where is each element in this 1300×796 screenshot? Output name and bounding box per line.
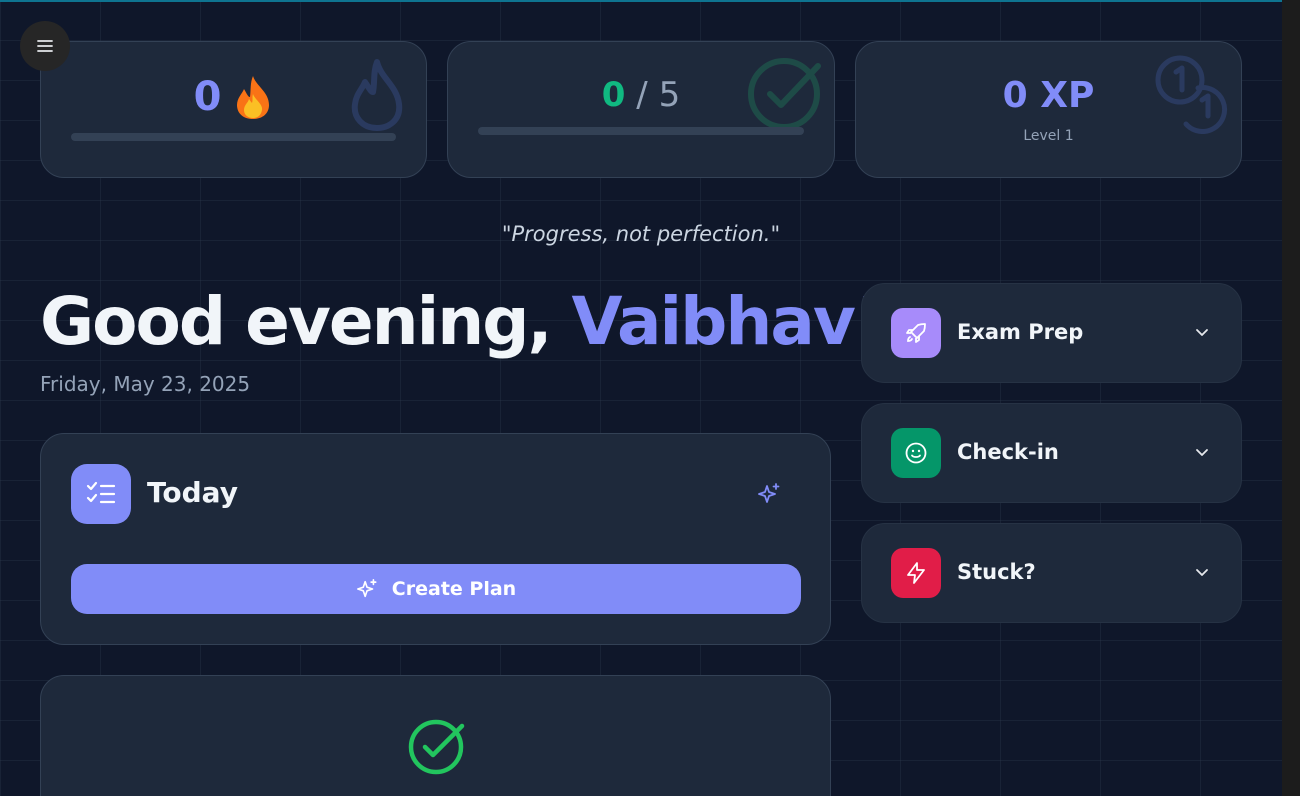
check-in-label: Check-in <box>957 440 1059 464</box>
checklist-icon <box>86 481 116 504</box>
menu-icon <box>37 40 53 52</box>
chevron-down-icon <box>1196 569 1208 576</box>
check-in-icon-badge <box>891 428 941 478</box>
greeting-heading: Good evening, Vaibhav! <box>40 280 885 364</box>
chevron-down-icon <box>1196 329 1208 336</box>
streak-count: 0 <box>193 74 222 120</box>
rocket-icon <box>906 323 926 343</box>
sparkles-icon <box>356 579 377 598</box>
tasks-progress-bar <box>478 127 804 135</box>
stuck-icon-badge <box>891 548 941 598</box>
today-card: Today Create Plan <box>40 433 831 645</box>
exam-prep-icon-badge <box>891 308 941 358</box>
menu-button[interactable] <box>20 21 70 71</box>
tasks-done-count: 0 <box>601 75 626 115</box>
xp-value: 0 XP <box>1002 75 1095 116</box>
check-circle-icon <box>408 719 465 775</box>
create-plan-button[interactable]: Create Plan <box>71 564 801 614</box>
chevron-down-icon <box>1196 449 1208 456</box>
tasks-separator: / <box>636 75 648 115</box>
stuck-card[interactable]: Stuck? <box>861 523 1242 623</box>
greeting-prefix: Good evening, <box>40 283 572 360</box>
stuck-label: Stuck? <box>957 560 1036 584</box>
level-label: Level 1 <box>1023 128 1074 144</box>
exam-prep-card[interactable]: Exam Prep <box>861 283 1242 383</box>
ai-sparkle-button[interactable] <box>757 482 781 506</box>
top-border <box>0 0 1300 2</box>
smile-icon <box>905 442 927 464</box>
lightning-icon <box>907 562 925 584</box>
xp-card: 0 XP Level 1 <box>855 41 1242 178</box>
tasks-card: 0 / 5 <box>447 41 835 178</box>
motivational-quote: "Progress, not perfection." <box>501 222 781 246</box>
scrollbar[interactable] <box>1282 0 1300 796</box>
fire-emoji-icon <box>237 76 270 119</box>
exam-prep-label: Exam Prep <box>957 320 1084 344</box>
create-plan-label: Create Plan <box>391 578 517 600</box>
completion-card <box>40 675 831 796</box>
greeting-name: Vaibhav! <box>571 283 885 360</box>
sparkles-icon <box>758 483 780 503</box>
streak-progress-bar <box>71 133 396 141</box>
tasks-total-count: 5 <box>658 75 681 115</box>
check-in-card[interactable]: Check-in <box>861 403 1242 503</box>
today-title: Today <box>147 476 238 509</box>
streak-card: 0 <box>40 41 427 178</box>
today-icon-badge <box>71 464 131 524</box>
current-date: Friday, May 23, 2025 <box>40 372 251 396</box>
